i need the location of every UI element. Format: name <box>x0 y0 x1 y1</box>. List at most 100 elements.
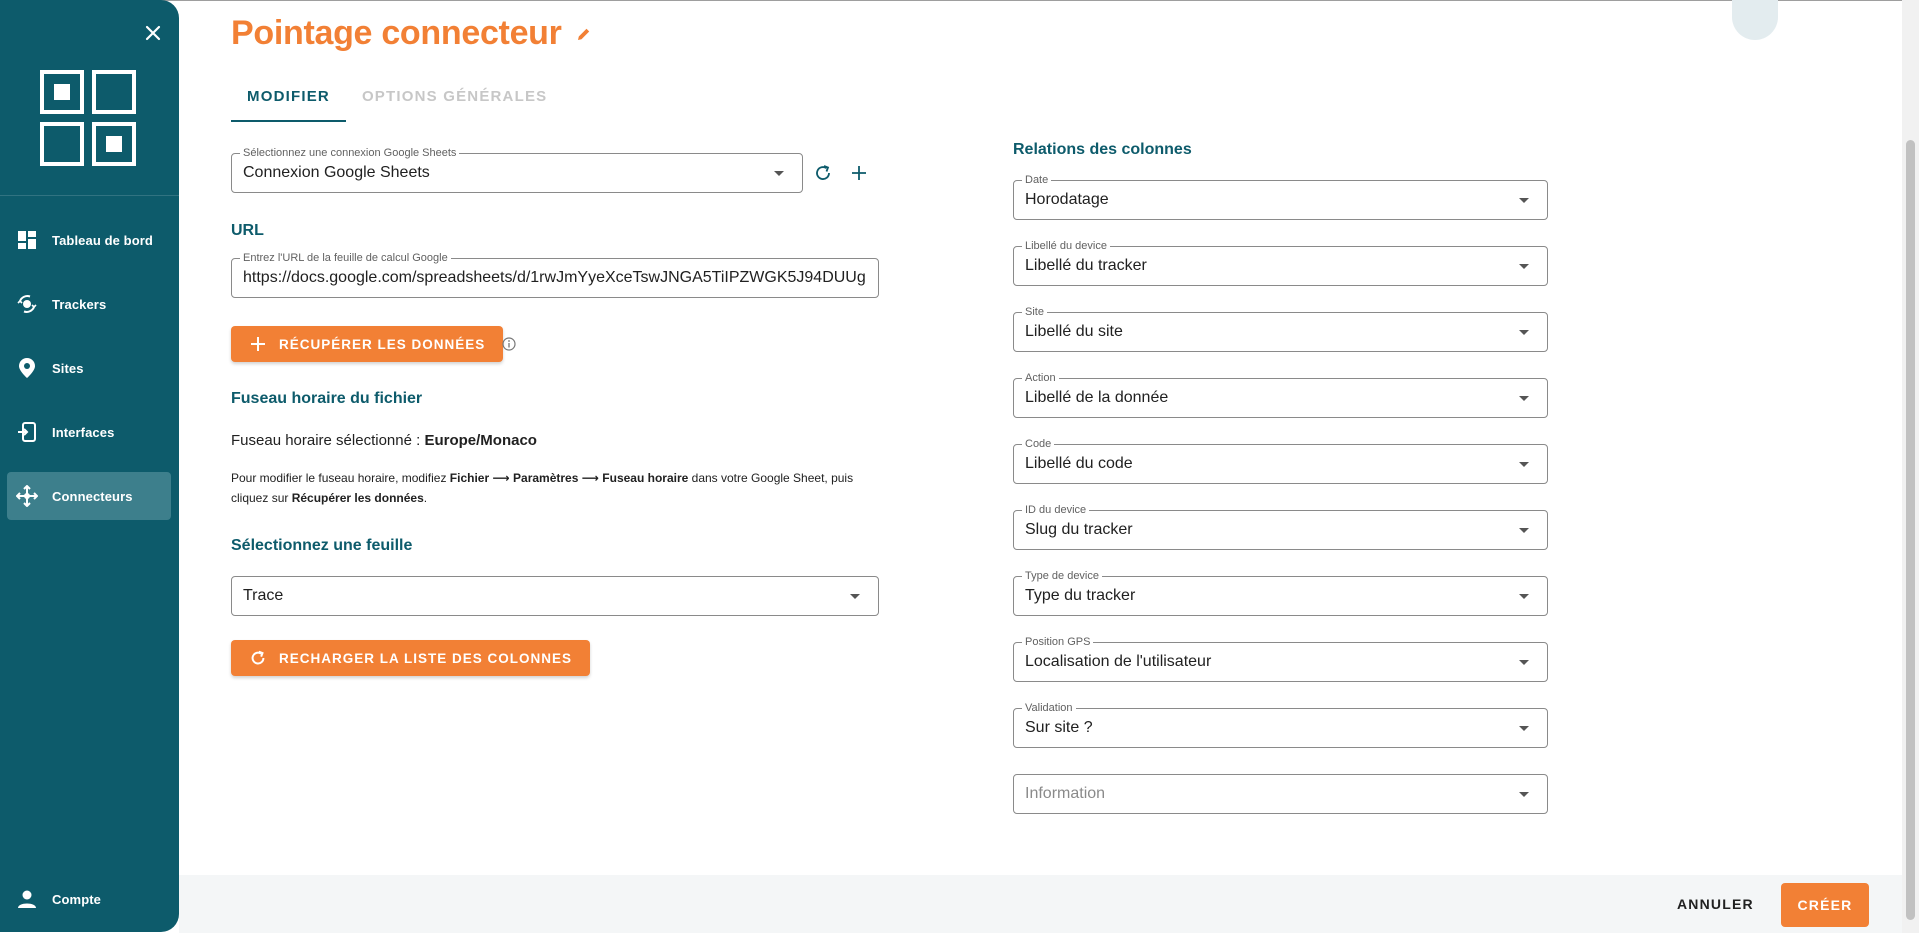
relation-field-value: Sur site ? <box>1025 719 1093 736</box>
user-icon <box>16 888 38 910</box>
connector-icon <box>16 485 38 507</box>
caret-down-icon <box>1519 330 1529 335</box>
relation-field-value: Libellé de la donnée <box>1025 389 1169 406</box>
relation-field-value: Horodatage <box>1025 191 1109 208</box>
caret-down-icon <box>850 594 860 599</box>
scrollbar-thumb[interactable] <box>1906 140 1915 920</box>
sidebar-item-label: Sites <box>52 360 84 376</box>
url-section-title: URL <box>231 222 264 239</box>
reload-columns-button-label: RECHARGER LA LISTE DES COLONNES <box>279 650 573 666</box>
decorative-circle <box>1732 0 1778 40</box>
connection-select[interactable]: Sélectionnez une connexion Google Sheets… <box>231 146 803 193</box>
sidebar-item-label: Interfaces <box>52 424 115 440</box>
timezone-selected-value: Europe/Monaco <box>424 432 537 449</box>
relation-date-select[interactable]: Date Horodatage <box>1013 173 1548 220</box>
sidebar-item-label: Tableau de bord <box>52 232 153 248</box>
footer-bar: ANNULER CRÉER <box>179 875 1902 933</box>
map-pin-icon <box>16 357 38 379</box>
help-text-fuseau: Fuseau horaire <box>602 471 689 485</box>
sidebar-item-label: Compte <box>52 891 101 907</box>
sidebar-item-dashboard[interactable]: Tableau de bord <box>7 216 171 264</box>
caret-down-icon <box>1519 264 1529 269</box>
relation-action-select[interactable]: Action Libellé de la donnée <box>1013 371 1548 418</box>
dashboard-icon <box>16 229 38 251</box>
relation-gps-select[interactable]: Position GPS Localisation de l'utilisate… <box>1013 635 1548 682</box>
help-text-part: Pour modifier le fuseau horaire, modifie… <box>231 471 450 485</box>
refresh-icon <box>249 649 267 667</box>
caret-down-icon <box>1519 528 1529 533</box>
caret-down-icon <box>1519 726 1529 731</box>
close-sidebar-button[interactable] <box>142 22 164 44</box>
sidebar: Tableau de bord Trackers Sites Interface… <box>0 0 179 932</box>
main-content: Pointage connecteur MODIFIER OPTIONS GÉN… <box>179 0 1902 875</box>
connection-select-value: Connexion Google Sheets <box>243 164 430 181</box>
sidebar-item-interfaces[interactable]: Interfaces <box>7 408 171 456</box>
plus-icon <box>852 166 866 180</box>
title-row: Pointage connecteur <box>231 14 592 53</box>
help-text-recuperer: Récupérer les données <box>291 491 424 505</box>
tab-options-generales[interactable]: OPTIONS GÉNÉRALES <box>346 82 563 122</box>
help-text-fichier: Fichier <box>449 471 490 485</box>
caret-down-icon <box>1519 462 1529 467</box>
fetch-data-button[interactable]: RÉCUPÉRER LES DONNÉES <box>231 326 504 362</box>
timezone-selected-prefix: Fuseau horaire sélectionné : <box>231 432 425 449</box>
relation-field-value: Libellé du code <box>1025 455 1133 472</box>
sidebar-item-compte[interactable]: Compte <box>7 875 171 923</box>
relations-section-title: Relations des colonnes <box>1013 141 1192 158</box>
sheet-select[interactable]: Trace <box>231 576 879 616</box>
sidebar-item-label: Connecteurs <box>52 488 133 504</box>
tab-bar: MODIFIER OPTIONS GÉNÉRALES <box>231 82 563 122</box>
relation-device-type-select[interactable]: Type de device Type du tracker <box>1013 569 1548 616</box>
timezone-selected: Fuseau horaire sélectionné : Europe/Mona… <box>231 432 537 449</box>
timezone-section-title: Fuseau horaire du fichier <box>231 390 423 407</box>
caret-down-icon <box>774 171 784 176</box>
sidebar-item-label: Trackers <box>52 296 107 312</box>
url-field[interactable]: Entrez l'URL de la feuille de calcul Goo… <box>231 251 879 298</box>
pencil-icon[interactable] <box>576 26 592 42</box>
help-text-part: . <box>423 491 428 505</box>
vertical-scrollbar[interactable] <box>1902 0 1919 933</box>
tracker-icon <box>16 293 38 315</box>
relation-field-placeholder: Information <box>1025 785 1106 802</box>
caret-down-icon <box>1519 792 1529 797</box>
info-icon[interactable] <box>502 337 516 351</box>
sidebar-divider <box>0 195 179 196</box>
sidebar-item-connecteurs[interactable]: Connecteurs <box>7 472 171 520</box>
tab-modifier[interactable]: MODIFIER <box>231 82 346 122</box>
caret-down-icon <box>1519 594 1529 599</box>
refresh-connection-button[interactable] <box>812 162 834 184</box>
close-icon <box>145 25 161 41</box>
relation-device-id-select[interactable]: ID du device Slug du tracker <box>1013 503 1548 550</box>
relation-device-label-select[interactable]: Libellé du device Libellé du tracker <box>1013 239 1548 286</box>
relation-validation-select[interactable]: Validation Sur site ? <box>1013 701 1548 748</box>
help-text-parametres: Paramètres <box>513 471 579 485</box>
sheet-section-title: Sélectionnez une feuille <box>231 537 413 554</box>
relation-field-value: Localisation de l'utilisateur <box>1025 653 1212 670</box>
relation-field-value: Libellé du site <box>1025 323 1123 340</box>
relation-field-value: Libellé du tracker <box>1025 257 1147 274</box>
relation-information-select[interactable]: Information <box>1013 774 1548 814</box>
help-text-arrow: ⟶ <box>489 471 514 485</box>
app-logo <box>40 70 136 166</box>
url-input[interactable] <box>243 259 874 297</box>
relation-site-select[interactable]: Site Libellé du site <box>1013 305 1548 352</box>
caret-down-icon <box>1519 660 1529 665</box>
relation-field-value: Slug du tracker <box>1025 521 1133 538</box>
page-title: Pointage connecteur <box>231 14 562 52</box>
help-text-arrow: ⟶ <box>578 471 603 485</box>
reload-columns-button[interactable]: RECHARGER LA LISTE DES COLONNES <box>231 640 591 676</box>
plus-icon <box>249 335 267 353</box>
caret-down-icon <box>1519 396 1529 401</box>
cancel-button[interactable]: ANNULER <box>1667 885 1764 923</box>
sidebar-item-trackers[interactable]: Trackers <box>7 280 171 328</box>
timezone-help-text: Pour modifier le fuseau horaire, modifie… <box>231 468 891 508</box>
sidebar-item-sites[interactable]: Sites <box>7 344 171 392</box>
create-button[interactable]: CRÉER <box>1781 883 1869 927</box>
sheet-select-value: Trace <box>243 587 284 604</box>
relation-field-value: Type du tracker <box>1025 587 1136 604</box>
add-connection-button[interactable] <box>848 162 870 184</box>
relation-code-select[interactable]: Code Libellé du code <box>1013 437 1548 484</box>
refresh-icon <box>816 165 830 180</box>
interface-icon <box>16 421 38 443</box>
caret-down-icon <box>1519 198 1529 203</box>
